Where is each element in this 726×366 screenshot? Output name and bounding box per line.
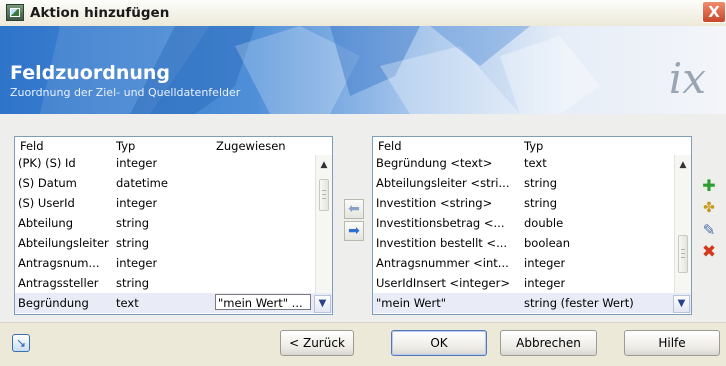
arrow-right-icon[interactable]: ➡ xyxy=(344,221,364,241)
close-button[interactable]: X xyxy=(702,1,726,23)
cell-feld: UserIdInsert <integer> xyxy=(376,276,510,290)
cell-typ: integer xyxy=(524,256,566,270)
cell-typ: string xyxy=(524,176,558,190)
source-fields-table[interactable]: Feld Typ Begründung <text> text Abteilun… xyxy=(372,136,692,315)
column-header-typ[interactable]: Typ xyxy=(524,139,543,153)
help-button[interactable]: Hilfe xyxy=(624,330,720,356)
scroll-thumb[interactable] xyxy=(319,179,329,211)
cell-feld: (S) Datum xyxy=(18,176,77,190)
back-button[interactable]: < Zurück xyxy=(280,330,354,356)
cell-feld: Begründung <text> xyxy=(376,156,493,170)
chevron-down-icon[interactable]: ▼ xyxy=(314,295,331,313)
vertical-scrollbar[interactable]: ▲ xyxy=(315,155,332,293)
cell-feld: (S) UserId xyxy=(18,196,75,210)
app-icon xyxy=(6,4,24,21)
cell-typ: string (fester Wert) xyxy=(524,296,634,310)
target-fields-table[interactable]: Feld Typ Zugewiesen (PK) (S) Id integer … xyxy=(14,136,333,315)
table-row-selected[interactable]: Begründung text "mein Wert" ... xyxy=(15,293,332,313)
cell-typ: string xyxy=(524,196,558,210)
table-row[interactable]: Investition <string> string xyxy=(373,193,691,213)
table-row[interactable]: UserIdInsert <integer> integer xyxy=(373,273,691,293)
plus-icon[interactable]: ✚ xyxy=(699,176,719,196)
cell-typ: datetime xyxy=(116,176,168,190)
cell-feld: Abteilungsleiter xyxy=(18,236,109,250)
chevron-down-icon[interactable]: ▼ xyxy=(673,295,690,313)
vertical-scrollbar[interactable]: ▲ xyxy=(674,155,691,293)
cell-typ: text xyxy=(524,156,547,170)
window-title: Aktion hinzufügen xyxy=(30,5,170,21)
table-row[interactable]: Antragsnum... integer xyxy=(15,253,332,273)
table-row-selected[interactable]: "mein Wert" string (fester Wert) xyxy=(373,293,691,313)
cell-feld: Investition bestellt <... xyxy=(376,236,508,250)
cell-typ: boolean xyxy=(524,236,570,250)
column-header-zugewiesen[interactable]: Zugewiesen xyxy=(216,139,286,153)
cancel-button[interactable]: Abbrechen xyxy=(500,330,597,356)
delete-icon[interactable]: ✖ xyxy=(699,242,719,262)
table-row[interactable]: Antragsnummer <int... integer xyxy=(373,253,691,273)
title-bar: Aktion hinzufügen X xyxy=(0,0,726,27)
cell-typ: integer xyxy=(524,276,566,290)
cell-typ: string xyxy=(116,236,150,250)
table-row[interactable]: Abteilungsleiter string xyxy=(15,233,332,253)
column-header-feld[interactable]: Feld xyxy=(20,139,44,153)
scroll-up-icon[interactable]: ▲ xyxy=(675,157,691,173)
cell-typ: double xyxy=(524,216,564,230)
edit-icon[interactable]: ✎ xyxy=(699,220,719,240)
cell-typ: text xyxy=(116,296,139,310)
cell-feld: Abteilungsleiter <stri... xyxy=(376,176,510,190)
banner-title: Feldzuordnung xyxy=(10,62,170,84)
cell-typ: integer xyxy=(116,256,158,270)
cell-typ: string xyxy=(116,216,150,230)
banner-subtitle: Zuordnung der Ziel- und Quelldatenfelder xyxy=(10,86,241,99)
cell-feld: Begründung xyxy=(18,296,89,310)
cell-feld: Investitionsbetrag <... xyxy=(376,216,505,230)
button-bar xyxy=(0,322,726,366)
cell-feld: Antragsnummer <int... xyxy=(376,256,509,270)
cell-feld: Antragsnum... xyxy=(18,256,100,270)
add-multiple-icon[interactable]: ✤ xyxy=(699,198,719,218)
cell-typ: integer xyxy=(116,196,158,210)
assigned-value-combo[interactable]: "mein Wert" ... xyxy=(215,294,311,310)
header-banner: Feldzuordnung Zuordnung der Ziel- und Qu… xyxy=(0,26,726,114)
cell-typ: string xyxy=(116,276,150,290)
scroll-thumb[interactable] xyxy=(678,235,688,273)
column-header-typ[interactable]: Typ xyxy=(116,139,135,153)
cell-feld: Abteilung xyxy=(18,216,74,230)
table-row[interactable]: (S) UserId integer xyxy=(15,193,332,213)
table-row[interactable]: Investition bestellt <... boolean xyxy=(373,233,691,253)
table-row[interactable]: Begründung <text> text xyxy=(373,153,691,173)
cell-feld: Investition <string> xyxy=(376,196,493,210)
table-row[interactable]: Antragssteller string xyxy=(15,273,332,293)
table-row[interactable]: (S) Datum datetime xyxy=(15,173,332,193)
ok-button[interactable]: OK xyxy=(391,330,487,356)
cell-feld: (PK) (S) Id xyxy=(18,156,76,170)
table-row[interactable]: Investitionsbetrag <... double xyxy=(373,213,691,233)
arrow-left-icon[interactable]: ⬅ xyxy=(344,199,364,219)
table-row[interactable]: (PK) (S) Id integer xyxy=(15,153,332,173)
cell-feld: Antragssteller xyxy=(18,276,99,290)
help-icon[interactable]: ↘ xyxy=(12,334,30,352)
scroll-up-icon[interactable]: ▲ xyxy=(316,157,332,173)
table-row[interactable]: Abteilung string xyxy=(15,213,332,233)
ix-logo: ix xyxy=(668,54,706,103)
table-row[interactable]: Abteilungsleiter <stri... string xyxy=(373,173,691,193)
column-header-feld[interactable]: Feld xyxy=(378,139,402,153)
cell-feld: "mein Wert" xyxy=(376,296,447,310)
cell-typ: integer xyxy=(116,156,158,170)
